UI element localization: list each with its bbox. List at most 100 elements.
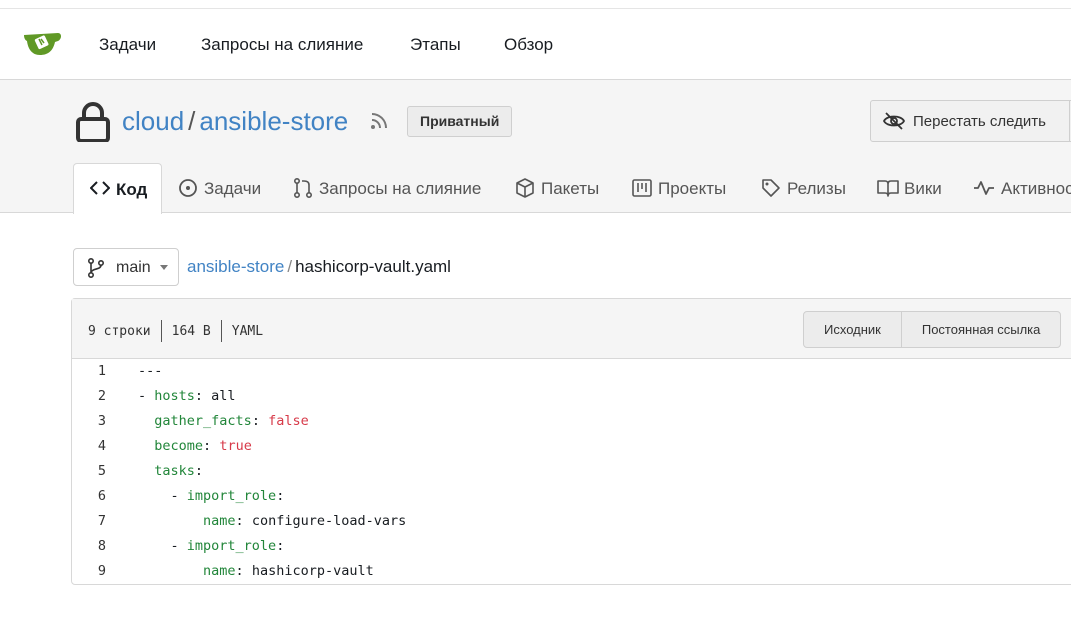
yaml-key: name <box>203 563 236 579</box>
line-source: name: configure-load-vars <box>138 513 406 529</box>
token: : <box>203 438 220 454</box>
tab-code[interactable]: Код <box>73 163 162 214</box>
yaml-value: true <box>219 438 252 454</box>
yaml-value: all <box>211 388 236 404</box>
pulse-icon <box>974 181 994 195</box>
file-actions: Исходник Постоянная ссылка <box>803 311 1062 348</box>
tab-projects-label: Проекты <box>658 179 727 198</box>
code-line: 6 - import_role: <box>72 484 1071 509</box>
token: - <box>170 488 187 504</box>
repo-name-link[interactable]: ansible-store <box>199 106 348 136</box>
file-size: 164 B <box>171 323 211 339</box>
token: - <box>138 388 155 404</box>
line-number[interactable]: 5 <box>72 463 106 479</box>
tab-packages-label: Пакеты <box>541 179 600 198</box>
lock-icon <box>76 102 110 142</box>
project-icon <box>632 179 652 197</box>
branch-icon <box>88 258 105 278</box>
file-info-divider <box>160 320 162 342</box>
tab-releases-label: Релизы <box>787 179 846 198</box>
tab-activity-label: Активнос <box>1001 179 1071 198</box>
line-source: name: hashicorp-vault <box>138 563 374 579</box>
button-divider <box>1069 101 1070 141</box>
line-number[interactable]: 9 <box>72 563 106 579</box>
line-source: - import_role: <box>138 488 285 504</box>
breadcrumb-file: hashicorp-vault.yaml <box>295 257 451 276</box>
book-icon <box>877 180 899 197</box>
code-icon <box>90 181 110 195</box>
nav-issues[interactable]: Задачи <box>99 35 156 55</box>
token: - <box>170 538 187 554</box>
gitea-logo-icon[interactable] <box>22 27 62 61</box>
permalink-button[interactable]: Постоянная ссылка <box>900 312 1061 347</box>
code-line: 8 - import_role: <box>72 534 1071 559</box>
raw-button[interactable]: Исходник <box>804 312 901 347</box>
yaml-key: import_role <box>186 488 277 504</box>
token: : <box>251 413 269 429</box>
line-number[interactable]: 1 <box>72 363 106 379</box>
rss-icon[interactable] <box>369 111 389 131</box>
repo-owner-link[interactable]: cloud <box>122 106 184 136</box>
line-number[interactable]: 4 <box>72 438 106 454</box>
breadcrumb: ansible-store / hashicorp-vault.yaml <box>187 257 451 277</box>
code-line: 4 become: true <box>72 434 1071 459</box>
tab-code-label: Код <box>116 180 148 199</box>
branch-selector[interactable]: main <box>73 248 179 286</box>
line-number[interactable]: 3 <box>72 413 106 429</box>
pull-request-icon <box>294 178 312 198</box>
file-view: 9 строки 164 B YAML Исходник Постоянная … <box>71 298 1071 585</box>
repo-header: cloud / ansible-store Приватный Перестать … <box>0 80 1071 214</box>
line-source: - hosts: all <box>138 388 236 404</box>
branch-name: main <box>116 259 151 276</box>
unwatch-label: Перестать следить <box>913 113 1046 130</box>
code-line: 3 gather_facts: false <box>72 409 1071 434</box>
token: : <box>276 538 285 554</box>
tab-pull-requests-label: Запросы на слияние <box>319 179 482 198</box>
file-info-divider <box>220 320 222 342</box>
eye-closed-icon <box>883 112 905 130</box>
yaml-key: become <box>154 438 204 454</box>
nav-explore[interactable]: Обзор <box>504 35 553 55</box>
breadcrumb-repo-link[interactable]: ansible-store <box>187 257 284 276</box>
line-source: --- <box>138 363 162 379</box>
line-number[interactable]: 8 <box>72 538 106 554</box>
file-type: YAML <box>231 323 264 339</box>
tab-wiki-label: Вики <box>904 179 942 198</box>
yaml-key: gather_facts <box>154 413 252 429</box>
code-line: 1 --- <box>72 359 1071 384</box>
code-line: 2 - hosts: all <box>72 384 1071 409</box>
yaml-key: import_role <box>186 538 277 554</box>
breadcrumb-separator: / <box>287 257 293 276</box>
tab-issues-label: Задачи <box>204 179 262 198</box>
code-line: 5 tasks: <box>72 459 1071 484</box>
yaml-key: tasks <box>154 463 195 479</box>
file-info: 9 строки 164 B YAML <box>88 320 263 342</box>
line-source: gather_facts: false <box>138 413 309 429</box>
token: : <box>194 388 212 404</box>
yaml-value: false <box>268 413 309 429</box>
code-line: 7 name: configure-load-vars <box>72 509 1071 534</box>
repo-title: cloud / ansible-store <box>122 106 348 137</box>
nav-pull-requests[interactable]: Запросы на слияние <box>201 35 363 55</box>
line-number[interactable]: 6 <box>72 488 106 504</box>
token: --- <box>138 363 163 379</box>
line-source: - import_role: <box>138 538 285 554</box>
line-source: tasks: <box>138 463 203 479</box>
nav-milestones[interactable]: Этапы <box>410 35 461 55</box>
token: : <box>235 563 252 579</box>
chevron-down-icon <box>160 265 168 270</box>
file-header: 9 строки 164 B YAML Исходник Постоянная … <box>72 299 1071 359</box>
yaml-value: configure-load-vars <box>251 513 407 529</box>
private-badge: Приватный <box>407 106 513 137</box>
code-line: 9 name: hashicorp-vault <box>72 559 1071 584</box>
line-number[interactable]: 7 <box>72 513 106 529</box>
top-navbar: Задачи Запросы на слияние Этапы Обзор <box>0 8 1071 80</box>
tag-icon <box>762 179 780 197</box>
token: : <box>276 488 285 504</box>
yaml-key: name <box>203 513 236 529</box>
unwatch-button[interactable]: Перестать следить <box>870 100 1071 142</box>
line-number[interactable]: 2 <box>72 388 106 404</box>
package-icon <box>516 178 534 198</box>
repo-title-separator: / <box>188 106 196 136</box>
token: : <box>235 513 252 529</box>
